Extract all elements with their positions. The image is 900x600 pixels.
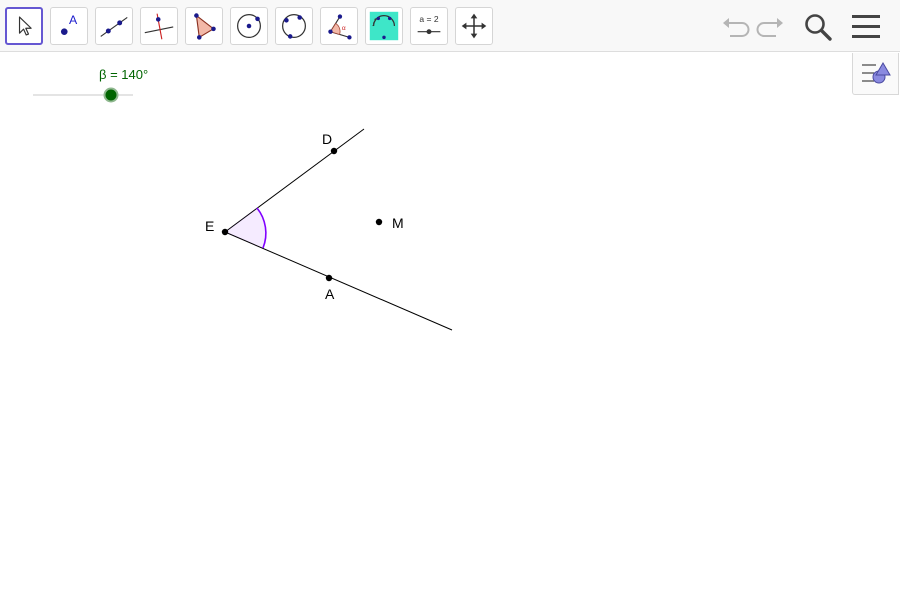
point-a[interactable] [325, 274, 333, 282]
move-graphics-view-icon [461, 13, 487, 39]
circle-tool-button[interactable] [230, 7, 268, 45]
arrow-cursor-icon [18, 16, 32, 36]
point-label-e: E [205, 218, 215, 234]
menu-button[interactable] [849, 10, 883, 44]
circle-center-point-icon [237, 14, 261, 38]
redo-icon [756, 18, 783, 37]
point-m[interactable] [375, 218, 383, 226]
circle-three-points-icon [282, 14, 306, 39]
reflect-tool-button[interactable] [365, 7, 403, 45]
move-tool-button[interactable] [5, 7, 43, 45]
undo-button[interactable] [718, 10, 752, 44]
slider-label: β = 140° [99, 67, 149, 82]
polygon-icon [194, 13, 216, 40]
point-icon-glyph: A [69, 13, 78, 27]
hamburger-menu-icon [852, 15, 880, 38]
point-label-d: D [322, 131, 333, 147]
svg-text:α: α [342, 25, 346, 32]
point-e[interactable] [221, 228, 229, 236]
slider-tool-button[interactable]: a = 2 [410, 7, 448, 45]
angle-tool-button[interactable]: α [320, 7, 358, 45]
undo-icon [723, 18, 750, 37]
point-d[interactable] [330, 147, 338, 155]
toolbar: A α a = 2 [0, 0, 900, 52]
graphics-view[interactable] [0, 53, 900, 600]
perpendicular-line-tool-button[interactable] [140, 7, 178, 45]
slider-icon: a = 2 [417, 14, 441, 35]
line-tool-button[interactable] [95, 7, 133, 45]
point-label-a: A [325, 286, 335, 302]
point-label-m: M [392, 215, 404, 231]
move-graphics-view-tool-button[interactable] [455, 7, 493, 45]
reflect-about-line-icon [369, 11, 399, 41]
polygon-tool-button[interactable] [185, 7, 223, 45]
circle-three-points-tool-button[interactable] [275, 7, 313, 45]
redo-button[interactable] [754, 10, 788, 44]
search-icon [805, 14, 832, 41]
ray-ea[interactable] [224, 231, 453, 331]
search-button[interactable] [801, 10, 835, 44]
line-through-two-points-icon [100, 17, 128, 37]
point-icon: A [60, 13, 78, 35]
point-tool-button[interactable]: A [50, 7, 88, 45]
slider-knob[interactable] [103, 87, 119, 103]
angle-icon: α [328, 14, 352, 40]
perpendicular-line-icon [144, 13, 174, 40]
angle-sector [225, 208, 266, 248]
slider-icon-glyph: a = 2 [419, 14, 438, 24]
